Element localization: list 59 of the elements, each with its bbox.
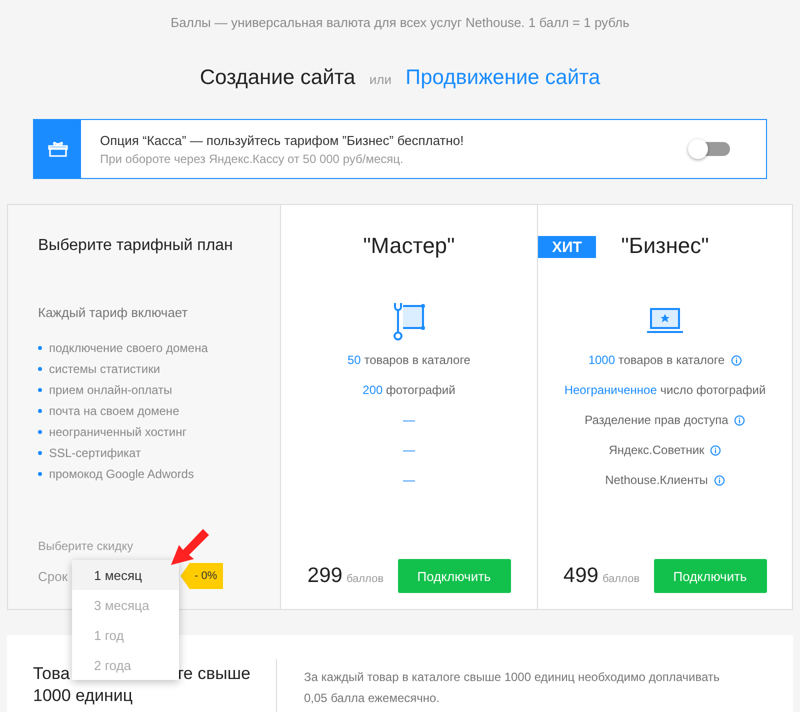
info-icon[interactable]	[710, 444, 722, 456]
promo-title: Опция “Касса” — пользуйтесь тарифом ”Бизнес” бесплатно!	[100, 132, 465, 148]
bullet-icon	[38, 388, 42, 392]
term-option[interactable]: 2 года	[72, 650, 179, 680]
wrench-frame-icon	[392, 301, 426, 341]
included-feature: почта на своем домене	[49, 403, 180, 419]
promo-subtitle: При обороте через Яндекс.Кассу от 50 000 руб/месяц.	[100, 152, 404, 166]
term-label: Срок	[38, 568, 68, 584]
plan-feature: Разделение прав доступа	[584, 413, 728, 427]
plan-feature: Яндекс.Советник	[608, 443, 704, 457]
discount-label: Выберите скидку	[38, 539, 134, 553]
included-feature: подключение своего домена	[49, 340, 208, 356]
unavailable-dash: —	[402, 413, 415, 427]
included-feature: системы статистики	[49, 361, 160, 377]
bullet-icon	[38, 430, 42, 434]
plan-feature: 1000 товаров в каталоге	[588, 353, 725, 367]
pointer-arrow-icon	[169, 527, 211, 567]
discount-badge: - 0%	[180, 563, 224, 589]
price-unit: баллов	[602, 573, 640, 585]
extra-title-fragment: Това	[33, 664, 70, 684]
plan-heading: Выберите тарифный план	[38, 237, 234, 255]
included-feature: промокод Google Adwords	[49, 466, 194, 482]
extra-title-fragment: 1000 единиц	[33, 686, 133, 706]
term-option[interactable]: 3 месяца	[72, 590, 179, 620]
plan-feature: Nethouse.Клиенты	[605, 473, 708, 487]
toggle-switch[interactable]	[690, 142, 730, 156]
plan-price: 299	[307, 564, 342, 588]
term-option[interactable]: 1 год	[72, 620, 179, 650]
intro-text: Баллы — универсальная валюта для всех услуг Nethouse. 1 балл = 1 рубль	[170, 14, 630, 32]
promotion-link[interactable]: Продвижение сайта	[405, 66, 600, 90]
bullet-icon	[38, 451, 42, 455]
plan-feature: 50 товаров в каталоге	[348, 353, 470, 367]
separator-text: или	[369, 72, 392, 87]
included-feature: прием онлайн-оплаты	[49, 382, 172, 398]
plan-feature: Неограниченное число фотографий	[564, 383, 766, 397]
hit-badge: ХИТ	[538, 236, 596, 258]
plan-feature: 200 фотографий	[362, 383, 456, 397]
price-unit: баллов	[346, 573, 384, 585]
info-icon[interactable]	[714, 474, 725, 486]
connect-button[interactable]: Подключить	[654, 559, 767, 593]
bullet-icon	[38, 367, 42, 371]
connect-button[interactable]: Подключить	[398, 559, 511, 593]
bullet-icon	[38, 472, 42, 476]
plan-price: 499	[563, 564, 598, 588]
includes-label: Каждый тариф включает	[38, 305, 189, 320]
plan-name: "Бизнес"	[621, 233, 709, 260]
section-title: Создание сайта	[200, 66, 356, 90]
info-icon[interactable]	[730, 354, 742, 366]
laptop-star-icon	[646, 307, 684, 335]
plan-name: "Мастер"	[363, 233, 455, 260]
included-feature: SSL-сертификат	[49, 445, 141, 461]
term-option[interactable]: 1 месяц	[72, 560, 179, 590]
included-feature: неограниченный хостинг	[49, 424, 187, 440]
unavailable-dash: —	[402, 443, 415, 457]
bullet-icon	[38, 409, 42, 413]
unavailable-dash: —	[402, 473, 415, 487]
extra-note: За каждый товар в каталоге свыше 1000 единиц необходимо доплачивать 0,05 балла ежемесячно.	[303, 669, 721, 707]
bullet-icon	[38, 346, 42, 350]
info-icon[interactable]	[734, 414, 746, 426]
